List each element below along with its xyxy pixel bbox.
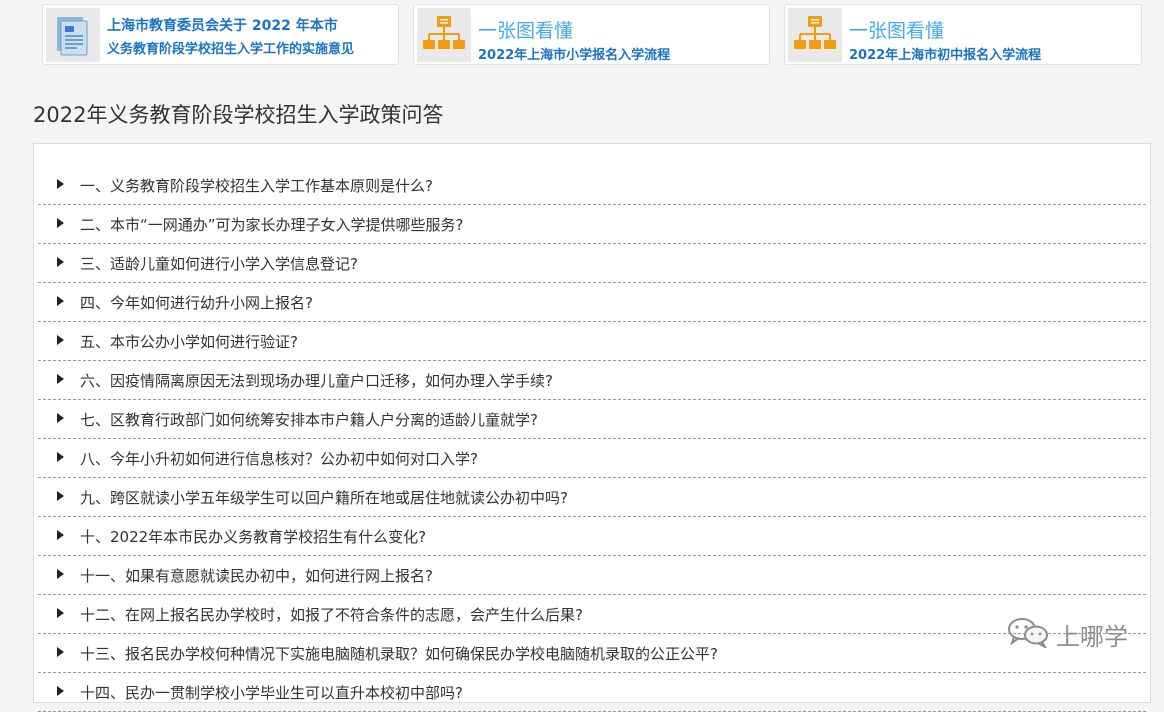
org-chart-icon [788,8,842,62]
faq-list: 一、义务教育阶段学校招生入学工作基本原则是什么? 二、本市“一网通办”可为家长办… [38,166,1146,712]
caret-right-icon [57,569,64,579]
caret-right-icon [57,530,64,540]
page-title: 2022年义务教育阶段学校招生入学政策问答 [33,103,444,127]
faq-panel: 一、义务教育阶段学校招生入学工作基本原则是什么? 二、本市“一网通办”可为家长办… [33,143,1151,712]
faq-question: 七、区教育行政部门如何统筹安排本市户籍人户分离的适龄儿童就学? [80,411,538,429]
caret-right-icon [57,608,64,618]
caret-right-icon [57,374,64,384]
primary-school-flow-card[interactable]: 一张图看懂 2022年上海市小学报名入学流程 [413,4,770,65]
caret-right-icon [57,179,64,189]
watermark-text: 上哪学 [1056,622,1128,651]
card-subtitle: 2022年上海市初中报名入学流程 [849,48,1042,63]
wechat-icon [1006,616,1050,652]
faq-item[interactable]: 六、因疫情隔离原因无法到现场办理儿童户口迁移，如何办理入学手续? [38,361,1146,400]
faq-question: 四、今年如何进行幼升小网上报名? [80,294,313,312]
card-subtitle: 2022年上海市小学报名入学流程 [478,48,671,63]
caret-right-icon [57,257,64,267]
faq-item[interactable]: 五、本市公办小学如何进行验证? [38,322,1146,361]
caret-right-icon [57,218,64,228]
faq-question: 十三、报名民办学校何种情况下实施电脑随机录取？如何确保民办学校电脑随机录取的公正… [80,645,718,663]
faq-question: 一、义务教育阶段学校招生入学工作基本原则是什么? [80,177,433,195]
faq-question: 五、本市公办小学如何进行验证? [80,333,298,351]
faq-item[interactable]: 十一、如果有意愿就读民办初中，如何进行网上报名? [38,556,1146,595]
faq-item[interactable]: 十二、在网上报名民办学校时，如报了不符合条件的志愿，会产生什么后果? [38,595,1146,634]
faq-item[interactable]: 二、本市“一网通办”可为家长办理子女入学提供哪些服务? [38,205,1146,244]
faq-item[interactable]: 十、2022年本市民办义务教育学校招生有什么变化? [38,517,1146,556]
faq-item[interactable]: 十三、报名民办学校何种情况下实施电脑随机录取？如何确保民办学校电脑随机录取的公正… [38,634,1146,673]
org-chart-icon [417,8,471,62]
faq-question: 三、适龄儿童如何进行小学入学信息登记? [80,255,358,273]
card-title-line2: 义务教育阶段学校招生入学工作的实施意见 [107,42,355,57]
card-title-line1: 上海市教育委员会关于 2022 年本市 [107,18,338,34]
policy-document-card[interactable]: 上海市教育委员会关于 2022 年本市 义务教育阶段学校招生入学工作的实施意见 [42,4,399,65]
caret-right-icon [57,413,64,423]
faq-item[interactable]: 一、义务教育阶段学校招生入学工作基本原则是什么? [38,166,1146,205]
caret-right-icon [57,452,64,462]
card-title: 一张图看懂 [478,20,574,42]
faq-item[interactable]: 八、今年小升初如何进行信息核对？公办初中如何对口入学? [38,439,1146,478]
middle-school-flow-card[interactable]: 一张图看懂 2022年上海市初中报名入学流程 [784,4,1142,65]
faq-question: 十一、如果有意愿就读民办初中，如何进行网上报名? [80,567,433,585]
faq-item[interactable]: 九、跨区就读小学五年级学生可以回户籍所在地或居住地就读公办初中吗? [38,478,1146,517]
document-icon [46,8,100,62]
faq-item[interactable]: 十四、民办一贯制学校小学毕业生可以直升本校初中部吗? [38,673,1146,712]
faq-question: 十四、民办一贯制学校小学毕业生可以直升本校初中部吗? [80,684,463,702]
faq-item[interactable]: 三、适龄儿童如何进行小学入学信息登记? [38,244,1146,283]
faq-question: 十二、在网上报名民办学校时，如报了不符合条件的志愿，会产生什么后果? [80,606,583,624]
caret-right-icon [57,686,64,696]
caret-right-icon [57,491,64,501]
faq-item[interactable]: 四、今年如何进行幼升小网上报名? [38,283,1146,322]
caret-right-icon [57,647,64,657]
faq-question: 八、今年小升初如何进行信息核对？公办初中如何对口入学? [80,450,478,468]
faq-question: 六、因疫情隔离原因无法到现场办理儿童户口迁移，如何办理入学手续? [80,372,553,390]
faq-question: 九、跨区就读小学五年级学生可以回户籍所在地或居住地就读公办初中吗? [80,489,568,507]
card-title: 一张图看懂 [849,20,945,42]
faq-question: 二、本市“一网通办”可为家长办理子女入学提供哪些服务? [80,216,464,234]
caret-right-icon [57,296,64,306]
watermark: 上哪学 [1006,616,1128,652]
faq-item[interactable]: 七、区教育行政部门如何统筹安排本市户籍人户分离的适龄儿童就学? [38,400,1146,439]
quick-link-cards: 上海市教育委员会关于 2022 年本市 义务教育阶段学校招生入学工作的实施意见 … [42,4,1142,67]
faq-question: 十、2022年本市民办义务教育学校招生有什么变化? [80,528,427,546]
caret-right-icon [57,335,64,345]
